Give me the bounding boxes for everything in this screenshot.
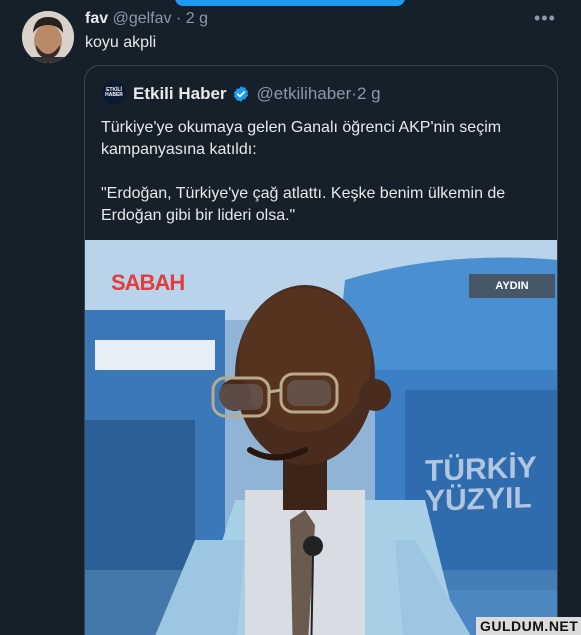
quote-text-paragraph-2: "Erdoğan, Türkiye'ye çağ atlattı. Keşke … xyxy=(101,185,506,224)
tweet-timestamp[interactable]: 2 g xyxy=(186,10,208,27)
location-badge: AYDIN xyxy=(469,274,555,298)
quote-avatar[interactable]: ETKİLİ HABER xyxy=(102,81,126,105)
avatar[interactable] xyxy=(22,11,74,63)
quote-timestamp[interactable]: 2 g xyxy=(357,84,381,104)
author-name[interactable]: fav xyxy=(85,10,108,27)
verified-badge-icon xyxy=(233,86,248,102)
avatar-photo xyxy=(22,11,74,63)
dot-separator: · xyxy=(175,10,182,27)
banner-line-2: YÜZYIL xyxy=(425,481,532,518)
quote-text: Türkiye'ye okumaya gelen Ganalı öğrenci … xyxy=(101,117,547,227)
background-banner-text: TÜRKİY YÜZYIL xyxy=(425,451,537,518)
new-posts-pill[interactable] xyxy=(175,0,405,6)
quote-avatar-text: ETKİLİ HABER xyxy=(105,87,123,98)
quote-author-handle[interactable]: @etkilihaber xyxy=(257,84,352,104)
video-frame-image xyxy=(85,240,557,635)
more-horizontal-icon[interactable]: ••• xyxy=(534,8,556,29)
video-thumbnail[interactable]: SABAH AYDIN TÜRKİY YÜZYIL xyxy=(85,240,557,635)
author-handle[interactable]: @gelfav xyxy=(113,10,172,27)
quote-header: Etkili Haber @etkilihaber · 2 g xyxy=(133,84,381,104)
tweet-text: koyu akpli xyxy=(85,34,157,51)
tweet-header: fav @gelfav · 2 g xyxy=(85,10,208,28)
tweet-page: fav @gelfav · 2 g ••• koyu akpli ETKİLİ … xyxy=(0,0,581,635)
quote-text-paragraph-1: Türkiye'ye okumaya gelen Ganalı öğrenci … xyxy=(101,119,502,158)
site-watermark: GULDUM.NET xyxy=(476,617,581,635)
sabah-logo: SABAH xyxy=(111,270,185,295)
quote-tweet-card[interactable]: ETKİLİ HABER Etkili Haber @etkilihaber ·… xyxy=(84,65,558,635)
quote-author-name[interactable]: Etkili Haber xyxy=(133,84,227,104)
